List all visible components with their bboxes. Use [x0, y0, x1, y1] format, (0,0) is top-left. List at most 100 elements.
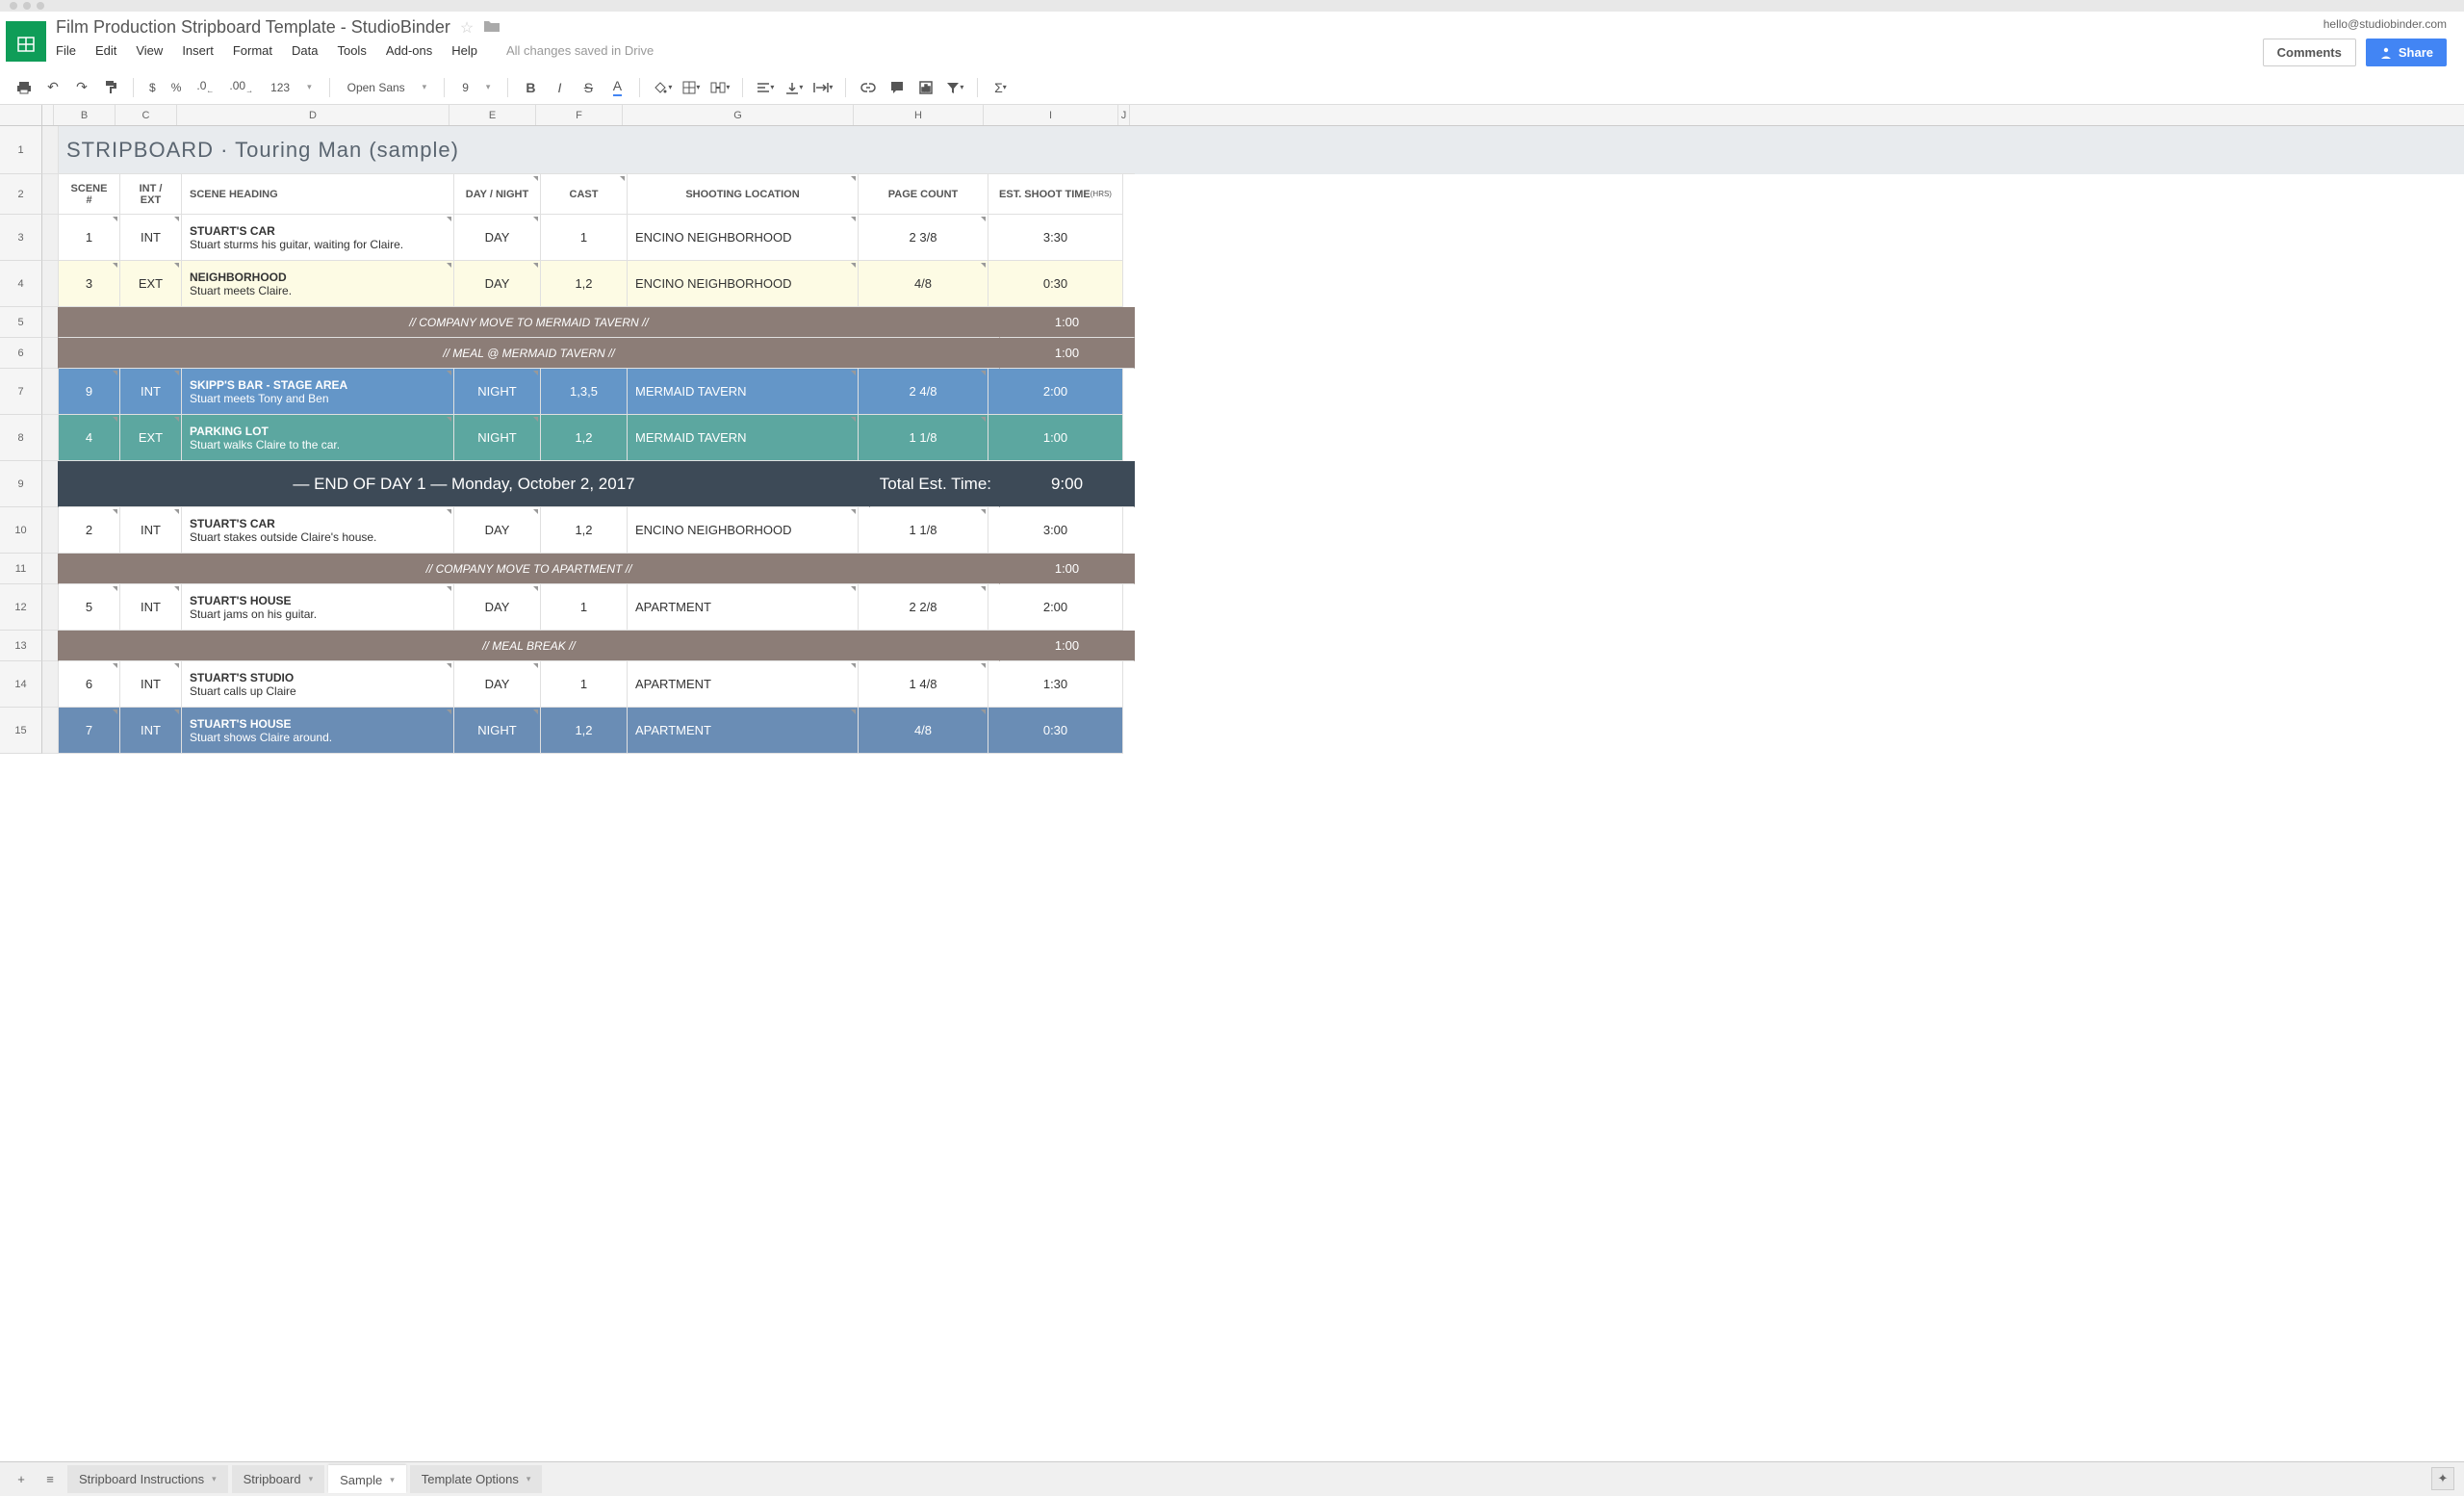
cell-location[interactable]: APARTMENT — [628, 708, 859, 754]
cell-daynight[interactable]: NIGHT — [454, 415, 541, 461]
cell-intext[interactable]: INT — [120, 661, 182, 708]
cell-scene[interactable]: 9 — [59, 369, 120, 415]
cell-intext[interactable]: EXT — [120, 415, 182, 461]
cell-location[interactable]: ENCINO NEIGHBORHOOD — [628, 507, 859, 554]
cell-pagecount[interactable]: 1 1/8 — [859, 507, 988, 554]
merge-cells-icon[interactable]: ▾ — [707, 75, 732, 100]
cell-time[interactable]: 2:00 — [988, 584, 1123, 631]
cell[interactable] — [42, 369, 59, 415]
print-icon[interactable] — [12, 75, 37, 100]
col-header[interactable]: D — [177, 105, 449, 125]
cell-time[interactable]: 1:00 — [988, 415, 1123, 461]
cell-daynight[interactable]: NIGHT — [454, 369, 541, 415]
sheet-tab[interactable]: Template Options▾ — [410, 1465, 543, 1493]
cell[interactable] — [42, 126, 59, 174]
col-header[interactable]: I — [984, 105, 1118, 125]
col-header[interactable]: G — [623, 105, 854, 125]
menu-data[interactable]: Data — [292, 43, 318, 58]
menu-insert[interactable]: Insert — [182, 43, 214, 58]
header-scene[interactable]: SCENE # — [59, 174, 120, 215]
cell-location[interactable]: APARTMENT — [628, 584, 859, 631]
cell[interactable] — [42, 584, 59, 631]
insert-comment-icon[interactable] — [885, 75, 910, 100]
paint-format-icon[interactable] — [98, 75, 123, 100]
undo-icon[interactable]: ↶ — [40, 75, 65, 100]
font-select[interactable]: Open Sans▾ — [340, 81, 435, 94]
add-sheet-icon[interactable]: + — [10, 1468, 33, 1491]
cell-cast[interactable]: 1,2 — [541, 507, 628, 554]
header-shoottime[interactable]: EST. SHOOT TIME (HRS) — [988, 174, 1123, 215]
cell-scene[interactable]: 6 — [59, 661, 120, 708]
cell-cast[interactable]: 1 — [541, 584, 628, 631]
sheet-tab[interactable]: Stripboard▾ — [232, 1465, 325, 1493]
sheet-tab[interactable]: Sample▾ — [328, 1465, 406, 1493]
italic-icon[interactable]: I — [547, 75, 572, 100]
cell-intext[interactable]: INT — [120, 708, 182, 754]
select-all-corner[interactable] — [0, 105, 42, 125]
cell-location[interactable]: MERMAID TAVERN — [628, 415, 859, 461]
cell-cast[interactable]: 1,2 — [541, 415, 628, 461]
cell-cast[interactable]: 1,2 — [541, 708, 628, 754]
cell-time[interactable]: 3:30 — [988, 215, 1123, 261]
banner-cell[interactable]: // MEAL @ MERMAID TAVERN // — [59, 338, 1000, 369]
cell-time[interactable]: 2:00 — [988, 369, 1123, 415]
format-number[interactable]: 123▾ — [263, 81, 320, 94]
cell[interactable] — [42, 631, 59, 661]
cell-time[interactable]: 1:00 — [1000, 307, 1135, 338]
cell-time[interactable]: 3:00 — [988, 507, 1123, 554]
cell[interactable] — [42, 307, 59, 338]
text-wrap-icon[interactable]: ▾ — [810, 75, 835, 100]
cell-pagecount[interactable]: 2 4/8 — [859, 369, 988, 415]
banner-cell[interactable]: // COMPANY MOVE TO APARTMENT // — [59, 554, 1000, 584]
menu-tools[interactable]: Tools — [337, 43, 366, 58]
header-intext[interactable]: INT / EXT — [120, 174, 182, 215]
banner-cell[interactable]: // MEAL BREAK // — [59, 631, 1000, 661]
cell-location[interactable]: ENCINO NEIGHBORHOOD — [628, 215, 859, 261]
col-header[interactable]: B — [54, 105, 116, 125]
cell-cast[interactable]: 1,3,5 — [541, 369, 628, 415]
comments-button[interactable]: Comments — [2263, 39, 2356, 66]
cell-pagecount[interactable]: 4/8 — [859, 261, 988, 307]
cell-scene[interactable]: 7 — [59, 708, 120, 754]
decrease-decimal[interactable]: .0← — [191, 79, 219, 94]
cell-time[interactable]: 1:00 — [1000, 338, 1135, 369]
row-header[interactable]: 6 — [0, 338, 42, 369]
col-header[interactable]: E — [449, 105, 536, 125]
redo-icon[interactable]: ↷ — [69, 75, 94, 100]
cell-daynight[interactable]: DAY — [454, 261, 541, 307]
tab-menu-caret-icon[interactable]: ▾ — [309, 1474, 314, 1484]
row-header[interactable]: 4 — [0, 261, 42, 307]
cell-time[interactable]: 1:00 — [1000, 554, 1135, 584]
doc-title[interactable]: Film Production Stripboard Template - St… — [56, 17, 450, 38]
folder-icon[interactable] — [483, 17, 500, 38]
cell-time[interactable]: 1:30 — [988, 661, 1123, 708]
row-header[interactable]: 14 — [0, 661, 42, 708]
header-pagecount[interactable]: PAGE COUNT — [859, 174, 988, 215]
v-align-icon[interactable]: ▾ — [782, 75, 807, 100]
row-header[interactable]: 3 — [0, 215, 42, 261]
cell-time[interactable]: 0:30 — [988, 261, 1123, 307]
cell-scene[interactable]: 4 — [59, 415, 120, 461]
cell-pagecount[interactable]: 2 2/8 — [859, 584, 988, 631]
borders-icon[interactable]: ▾ — [679, 75, 704, 100]
header-location[interactable]: SHOOTING LOCATION — [628, 174, 859, 215]
cell-cast[interactable]: 1 — [541, 661, 628, 708]
row-header[interactable]: 11 — [0, 554, 42, 584]
row-header[interactable]: 8 — [0, 415, 42, 461]
menu-edit[interactable]: Edit — [95, 43, 116, 58]
cell-time[interactable]: 1:00 — [1000, 631, 1135, 661]
col-header[interactable]: C — [116, 105, 177, 125]
functions-icon[interactable]: Σ ▾ — [988, 75, 1013, 100]
col-header[interactable] — [42, 105, 54, 125]
cell-heading[interactable]: STUART'S HOUSEStuart jams on his guitar. — [182, 584, 454, 631]
cell-pagecount[interactable]: 1 1/8 — [859, 415, 988, 461]
cell-location[interactable]: APARTMENT — [628, 661, 859, 708]
menu-help[interactable]: Help — [451, 43, 477, 58]
cell[interactable] — [42, 174, 59, 215]
sheets-logo[interactable] — [6, 21, 46, 62]
cell-cast[interactable]: 1 — [541, 215, 628, 261]
cell-heading[interactable]: STUART'S STUDIOStuart calls up Claire — [182, 661, 454, 708]
cell-heading[interactable]: SKIPP'S BAR - STAGE AREAStuart meets Ton… — [182, 369, 454, 415]
cell[interactable] — [42, 708, 59, 754]
sheet-area[interactable]: B C D E F G H I J 1 STRIPBOARD · Touring… — [0, 105, 2464, 1461]
